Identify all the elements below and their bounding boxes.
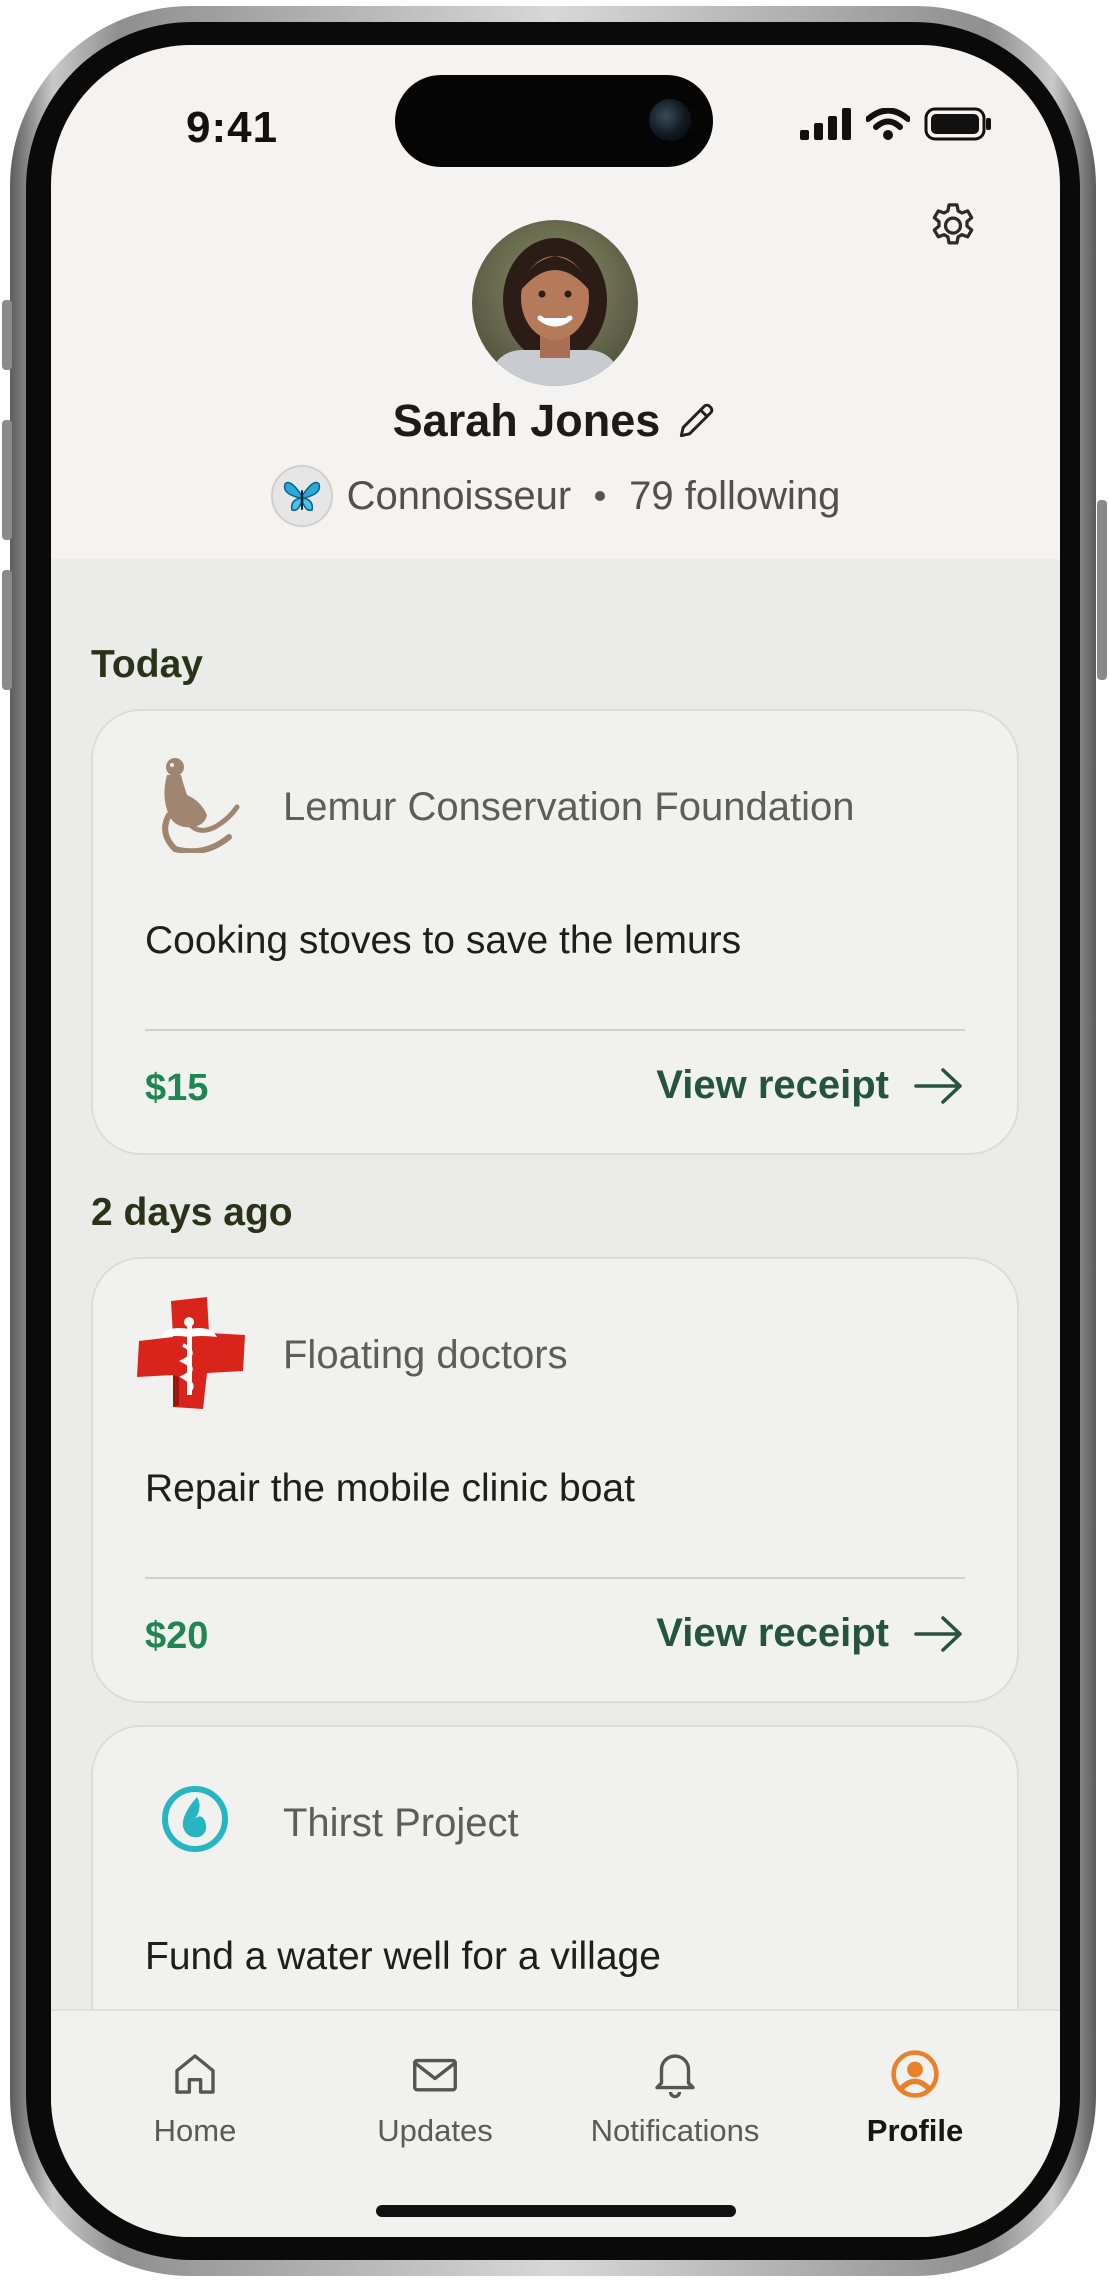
power-button xyxy=(1097,500,1107,680)
water-drop-icon xyxy=(162,1786,228,1852)
wifi-icon xyxy=(866,108,910,140)
org-name[interactable]: Thirst Project xyxy=(283,1801,519,1846)
org-name[interactable]: Lemur Conservation Foundation xyxy=(283,785,854,830)
tab-label: Profile xyxy=(866,2113,964,2148)
profile-meta-row: Connoisseur 79 following xyxy=(51,465,1060,527)
app-screen: 9:41 Sarah Jones Connoisseur 79 followin… xyxy=(51,45,1060,2237)
dynamic-island xyxy=(395,75,713,167)
view-receipt-button[interactable]: View receipt xyxy=(656,1611,965,1656)
donation-description: Fund a water well for a village xyxy=(145,1935,661,1978)
profile-photo xyxy=(472,220,638,386)
tab-profile[interactable]: Profile xyxy=(815,2047,1015,2149)
view-receipt-label: View receipt xyxy=(656,1063,889,1107)
tab-label: Notifications xyxy=(590,2113,760,2148)
tab-notifications[interactable]: Notifications xyxy=(575,2047,775,2149)
donation-description: Cooking stoves to save the lemurs xyxy=(145,919,742,962)
badge-icon-wrap xyxy=(270,465,333,527)
thirst-project-logo xyxy=(145,1769,245,1869)
donation-amount: $20 xyxy=(145,1615,209,1657)
gear-icon xyxy=(932,203,974,245)
lemur-icon xyxy=(162,758,240,853)
donation-amount: $15 xyxy=(145,1067,209,1109)
tab-label: Home xyxy=(153,2113,237,2148)
cellular-signal-icon xyxy=(800,108,851,140)
volume-down-button xyxy=(2,570,12,690)
tab-label: Updates xyxy=(377,2113,493,2148)
arrow-right-icon xyxy=(914,1067,962,1104)
home-icon xyxy=(175,2054,215,2094)
bottom-tab-bar: Home Updates Notifications Profile xyxy=(51,2009,1060,2237)
donation-description: Repair the mobile clinic boat xyxy=(145,1467,635,1510)
profile-icon xyxy=(891,2050,939,2098)
edit-profile-button[interactable] xyxy=(674,399,718,443)
tab-home[interactable]: Home xyxy=(95,2047,295,2149)
donation-card[interactable]: Thirst Project Fund a water well for a v… xyxy=(91,1725,1019,2055)
lemur-logo xyxy=(145,753,245,853)
org-name[interactable]: Floating doctors xyxy=(283,1333,568,1378)
donation-card[interactable]: Floating doctors Repair the mobile clini… xyxy=(91,1257,1019,1703)
date-header-today: Today xyxy=(91,643,203,686)
pencil-icon xyxy=(680,403,714,438)
settings-button[interactable] xyxy=(923,197,983,257)
bell-icon xyxy=(655,2054,695,2099)
arrow-right-icon xyxy=(914,1615,962,1652)
donation-card[interactable]: Lemur Conservation Foundation Cooking st… xyxy=(91,709,1019,1155)
profile-name-row: Sarah Jones xyxy=(51,395,1060,447)
view-receipt-button[interactable]: View receipt xyxy=(656,1063,965,1108)
separator-dot xyxy=(595,491,606,501)
badge-label: Connoisseur xyxy=(346,473,572,518)
front-camera xyxy=(649,99,691,141)
card-divider xyxy=(145,1029,965,1031)
status-time: 9:41 xyxy=(186,103,279,152)
volume-up-button xyxy=(2,420,12,540)
view-receipt-label: View receipt xyxy=(656,1611,889,1655)
card-divider xyxy=(145,1577,965,1579)
home-indicator[interactable] xyxy=(376,2205,736,2217)
following-count[interactable]: 79 following xyxy=(629,474,840,519)
tab-updates[interactable]: Updates xyxy=(335,2047,535,2149)
butterfly-icon xyxy=(283,481,320,512)
action-button xyxy=(2,300,12,370)
floating-doctors-logo xyxy=(133,1295,249,1411)
status-icons xyxy=(800,107,992,141)
battery-icon xyxy=(924,107,991,141)
red-cross-caduceus-icon xyxy=(137,1297,245,1409)
avatar[interactable] xyxy=(472,220,638,386)
mail-icon xyxy=(413,2058,457,2092)
profile-name: Sarah Jones xyxy=(392,395,661,446)
donation-feed[interactable]: Today Lemur Conservation Foundation Cook… xyxy=(51,559,1060,2055)
date-header-2-days-ago: 2 days ago xyxy=(91,1191,293,1234)
